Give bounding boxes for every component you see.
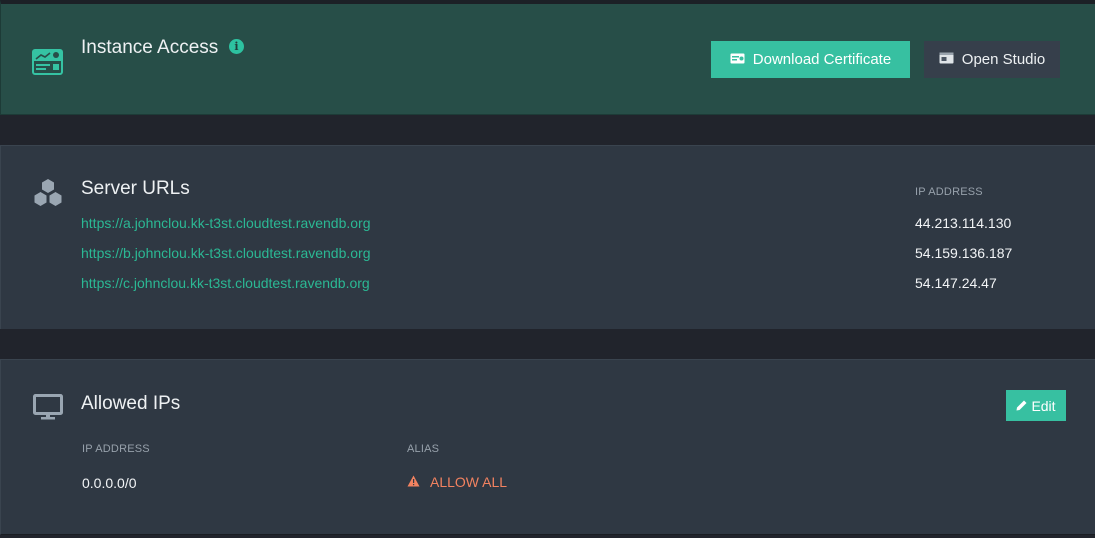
open-studio-button[interactable]: Open Studio bbox=[924, 41, 1060, 78]
studio-window-icon bbox=[939, 51, 954, 68]
allowed-ip-value: 0.0.0.0/0 bbox=[82, 475, 137, 491]
nodes-cluster-icon bbox=[32, 178, 64, 213]
open-studio-label: Open Studio bbox=[961, 51, 1046, 68]
monitor-icon bbox=[33, 394, 63, 425]
server-ip-value: 54.147.24.47 bbox=[915, 275, 997, 291]
server-url-link[interactable]: https://c.johnclou.kk-t3st.cloudtest.rav… bbox=[81, 275, 370, 291]
server-ip-value: 54.159.136.187 bbox=[915, 245, 1013, 261]
certificate-card-icon bbox=[32, 48, 63, 81]
allowed-ips-panel: Allowed IPs Edit IP ADDRESS ALIAS 0.0.0.… bbox=[0, 359, 1095, 535]
pencil-icon bbox=[1016, 398, 1027, 414]
edit-label: Edit bbox=[1031, 397, 1056, 414]
instance-access-title: Instance Access bbox=[81, 37, 219, 58]
warning-icon bbox=[407, 474, 420, 490]
info-icon[interactable]: i bbox=[229, 39, 244, 54]
download-certificate-button[interactable]: Download Certificate bbox=[711, 41, 910, 78]
ip-address-header: IP ADDRESS bbox=[915, 186, 983, 198]
certificate-icon bbox=[730, 51, 745, 68]
ip-address-column-header: IP ADDRESS bbox=[82, 443, 150, 455]
edit-button[interactable]: Edit bbox=[1006, 390, 1066, 421]
download-certificate-label: Download Certificate bbox=[752, 51, 892, 68]
instance-access-panel: Instance Access i Download Certificate O… bbox=[0, 0, 1095, 115]
server-urls-title: Server URLs bbox=[81, 178, 190, 199]
server-urls-panel: Server URLs IP ADDRESS https://a.johnclo… bbox=[0, 145, 1095, 329]
alias-cell: ALLOW ALL bbox=[407, 474, 507, 490]
server-url-link[interactable]: https://b.johnclou.kk-t3st.cloudtest.rav… bbox=[81, 245, 371, 261]
allowed-ips-title: Allowed IPs bbox=[81, 393, 181, 414]
alias-value: ALLOW ALL bbox=[430, 474, 508, 490]
server-ip-value: 44.213.114.130 bbox=[915, 215, 1012, 231]
server-url-link[interactable]: https://a.johnclou.kk-t3st.cloudtest.rav… bbox=[81, 215, 371, 231]
alias-column-header: ALIAS bbox=[407, 443, 440, 455]
